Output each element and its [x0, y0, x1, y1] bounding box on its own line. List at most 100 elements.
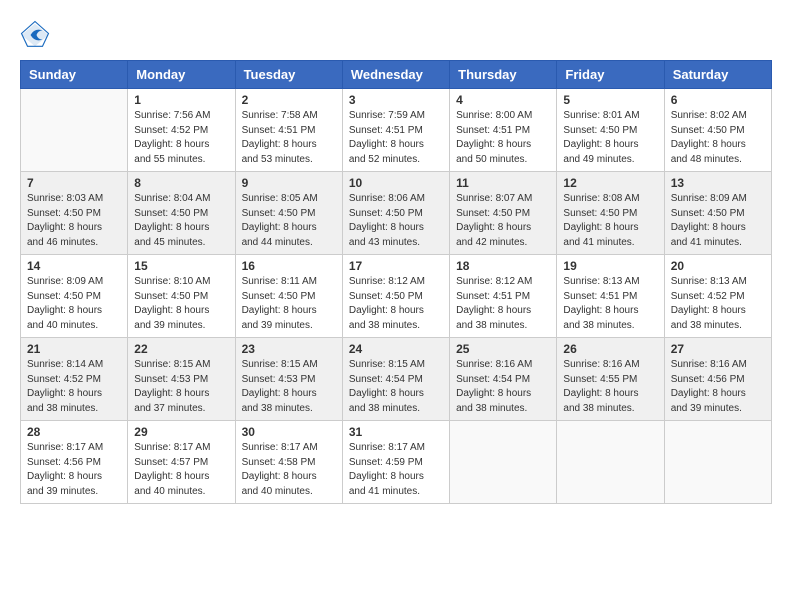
- calendar-day-cell: 17 Sunrise: 8:12 AM Sunset: 4:50 PM Dayli…: [342, 255, 449, 338]
- calendar-day-cell: 11 Sunrise: 8:07 AM Sunset: 4:50 PM Dayli…: [450, 172, 557, 255]
- day-number: 30: [242, 425, 336, 439]
- day-info: Sunrise: 8:00 AM Sunset: 4:51 PM Dayligh…: [456, 109, 550, 167]
- day-number: 3: [349, 93, 443, 107]
- calendar-day-cell: 16 Sunrise: 8:11 AM Sunset: 4:50 PM Dayli…: [235, 255, 342, 338]
- calendar-day-cell: [450, 421, 557, 504]
- day-info: Sunrise: 8:16 AM Sunset: 4:55 PM Dayligh…: [563, 358, 657, 416]
- day-number: 29: [134, 425, 228, 439]
- day-number: 25: [456, 342, 550, 356]
- day-number: 24: [349, 342, 443, 356]
- weekday-header: Friday: [557, 61, 664, 89]
- day-info: Sunrise: 8:17 AM Sunset: 4:57 PM Dayligh…: [134, 441, 228, 499]
- calendar-day-cell: 7 Sunrise: 8:03 AM Sunset: 4:50 PM Daylig…: [21, 172, 128, 255]
- day-number: 19: [563, 259, 657, 273]
- calendar-day-cell: 9 Sunrise: 8:05 AM Sunset: 4:50 PM Daylig…: [235, 172, 342, 255]
- day-number: 10: [349, 176, 443, 190]
- calendar-day-cell: 27 Sunrise: 8:16 AM Sunset: 4:56 PM Dayli…: [664, 338, 771, 421]
- day-info: Sunrise: 8:17 AM Sunset: 4:58 PM Dayligh…: [242, 441, 336, 499]
- day-info: Sunrise: 8:16 AM Sunset: 4:54 PM Dayligh…: [456, 358, 550, 416]
- calendar-day-cell: 20Sunrise: 8:13 AM Sunset: 4:52 PM Dayli…: [664, 255, 771, 338]
- calendar-day-cell: 22 Sunrise: 8:15 AM Sunset: 4:53 PM Dayli…: [128, 338, 235, 421]
- day-info: Sunrise: 8:13 AM Sunset: 4:51 PM Dayligh…: [563, 275, 657, 333]
- day-info: Sunrise: 8:17 AM Sunset: 4:59 PM Dayligh…: [349, 441, 443, 499]
- calendar-day-cell: 25 Sunrise: 8:16 AM Sunset: 4:54 PM Dayli…: [450, 338, 557, 421]
- weekday-header: Thursday: [450, 61, 557, 89]
- weekday-header: Wednesday: [342, 61, 449, 89]
- day-number: 12: [563, 176, 657, 190]
- day-info: Sunrise: 8:17 AM Sunset: 4:56 PM Dayligh…: [27, 441, 121, 499]
- day-info: Sunrise: 8:09 AM Sunset: 4:50 PM Dayligh…: [671, 192, 765, 250]
- calendar-day-cell: 28 Sunrise: 8:17 AM Sunset: 4:56 PM Dayli…: [21, 421, 128, 504]
- calendar-day-cell: 18Sunrise: 8:12 AM Sunset: 4:51 PM Dayli…: [450, 255, 557, 338]
- day-number: 31: [349, 425, 443, 439]
- calendar-day-cell: 14 Sunrise: 8:09 AM Sunset: 4:50 PM Dayli…: [21, 255, 128, 338]
- day-number: 8: [134, 176, 228, 190]
- calendar-week-row: 14 Sunrise: 8:09 AM Sunset: 4:50 PM Dayli…: [21, 255, 772, 338]
- day-number: 26: [563, 342, 657, 356]
- calendar-day-cell: 10 Sunrise: 8:06 AM Sunset: 4:50 PM Dayli…: [342, 172, 449, 255]
- weekday-header: Sunday: [21, 61, 128, 89]
- day-info: Sunrise: 8:01 AM Sunset: 4:50 PM Dayligh…: [563, 109, 657, 167]
- day-number: 23: [242, 342, 336, 356]
- day-info: Sunrise: 8:10 AM Sunset: 4:50 PM Dayligh…: [134, 275, 228, 333]
- day-info: Sunrise: 8:11 AM Sunset: 4:50 PM Dayligh…: [242, 275, 336, 333]
- day-number: 16: [242, 259, 336, 273]
- day-info: Sunrise: 7:58 AM Sunset: 4:51 PM Dayligh…: [242, 109, 336, 167]
- calendar-day-cell: 12 Sunrise: 8:08 AM Sunset: 4:50 PM Dayli…: [557, 172, 664, 255]
- day-number: 28: [27, 425, 121, 439]
- day-info: Sunrise: 8:05 AM Sunset: 4:50 PM Dayligh…: [242, 192, 336, 250]
- day-number: 17: [349, 259, 443, 273]
- calendar-day-cell: 3 Sunrise: 7:59 AM Sunset: 4:51 PM Daylig…: [342, 89, 449, 172]
- calendar-day-cell: 30 Sunrise: 8:17 AM Sunset: 4:58 PM Dayli…: [235, 421, 342, 504]
- calendar-day-cell: 31 Sunrise: 8:17 AM Sunset: 4:59 PM Dayli…: [342, 421, 449, 504]
- day-number: 6: [671, 93, 765, 107]
- day-info: Sunrise: 8:02 AM Sunset: 4:50 PM Dayligh…: [671, 109, 765, 167]
- calendar-week-row: 28 Sunrise: 8:17 AM Sunset: 4:56 PM Dayli…: [21, 421, 772, 504]
- day-info: Sunrise: 7:59 AM Sunset: 4:51 PM Dayligh…: [349, 109, 443, 167]
- day-info: Sunrise: 7:56 AM Sunset: 4:52 PM Dayligh…: [134, 109, 228, 167]
- day-number: 21: [27, 342, 121, 356]
- day-number: 22: [134, 342, 228, 356]
- calendar-day-cell: 6 Sunrise: 8:02 AM Sunset: 4:50 PM Daylig…: [664, 89, 771, 172]
- calendar-day-cell: [664, 421, 771, 504]
- calendar-day-cell: 2Sunrise: 7:58 AM Sunset: 4:51 PM Daylig…: [235, 89, 342, 172]
- calendar-day-cell: [557, 421, 664, 504]
- day-info: Sunrise: 8:16 AM Sunset: 4:56 PM Dayligh…: [671, 358, 765, 416]
- weekday-header: Monday: [128, 61, 235, 89]
- day-info: Sunrise: 8:08 AM Sunset: 4:50 PM Dayligh…: [563, 192, 657, 250]
- day-number: 11: [456, 176, 550, 190]
- day-number: 7: [27, 176, 121, 190]
- weekday-header: Saturday: [664, 61, 771, 89]
- day-info: Sunrise: 8:06 AM Sunset: 4:50 PM Dayligh…: [349, 192, 443, 250]
- day-info: Sunrise: 8:03 AM Sunset: 4:50 PM Dayligh…: [27, 192, 121, 250]
- day-info: Sunrise: 8:04 AM Sunset: 4:50 PM Dayligh…: [134, 192, 228, 250]
- day-info: Sunrise: 8:07 AM Sunset: 4:50 PM Dayligh…: [456, 192, 550, 250]
- day-info: Sunrise: 8:12 AM Sunset: 4:50 PM Dayligh…: [349, 275, 443, 333]
- day-number: 15: [134, 259, 228, 273]
- day-info: Sunrise: 8:15 AM Sunset: 4:53 PM Dayligh…: [134, 358, 228, 416]
- day-info: Sunrise: 8:09 AM Sunset: 4:50 PM Dayligh…: [27, 275, 121, 333]
- calendar-day-cell: 23 Sunrise: 8:15 AM Sunset: 4:53 PM Dayli…: [235, 338, 342, 421]
- calendar-day-cell: 4 Sunrise: 8:00 AM Sunset: 4:51 PM Daylig…: [450, 89, 557, 172]
- page-header: [20, 20, 772, 50]
- logo-icon: [20, 20, 50, 50]
- day-number: 27: [671, 342, 765, 356]
- calendar-week-row: 7 Sunrise: 8:03 AM Sunset: 4:50 PM Daylig…: [21, 172, 772, 255]
- day-number: 9: [242, 176, 336, 190]
- day-info: Sunrise: 8:15 AM Sunset: 4:53 PM Dayligh…: [242, 358, 336, 416]
- logo: [20, 20, 54, 50]
- day-number: 1: [134, 93, 228, 107]
- day-info: Sunrise: 8:12 AM Sunset: 4:51 PM Dayligh…: [456, 275, 550, 333]
- day-number: 5: [563, 93, 657, 107]
- calendar-day-cell: 5 Sunrise: 8:01 AM Sunset: 4:50 PM Daylig…: [557, 89, 664, 172]
- calendar-day-cell: 26 Sunrise: 8:16 AM Sunset: 4:55 PM Dayli…: [557, 338, 664, 421]
- calendar-header-row: SundayMondayTuesdayWednesdayThursdayFrid…: [21, 61, 772, 89]
- calendar-day-cell: 15 Sunrise: 8:10 AM Sunset: 4:50 PM Dayli…: [128, 255, 235, 338]
- day-info: Sunrise: 8:15 AM Sunset: 4:54 PM Dayligh…: [349, 358, 443, 416]
- calendar-day-cell: [21, 89, 128, 172]
- day-number: 4: [456, 93, 550, 107]
- day-info: Sunrise: 8:13 AM Sunset: 4:52 PM Dayligh…: [671, 275, 765, 333]
- calendar-day-cell: 8 Sunrise: 8:04 AM Sunset: 4:50 PM Daylig…: [128, 172, 235, 255]
- calendar-day-cell: 21Sunrise: 8:14 AM Sunset: 4:52 PM Dayli…: [21, 338, 128, 421]
- day-number: 14: [27, 259, 121, 273]
